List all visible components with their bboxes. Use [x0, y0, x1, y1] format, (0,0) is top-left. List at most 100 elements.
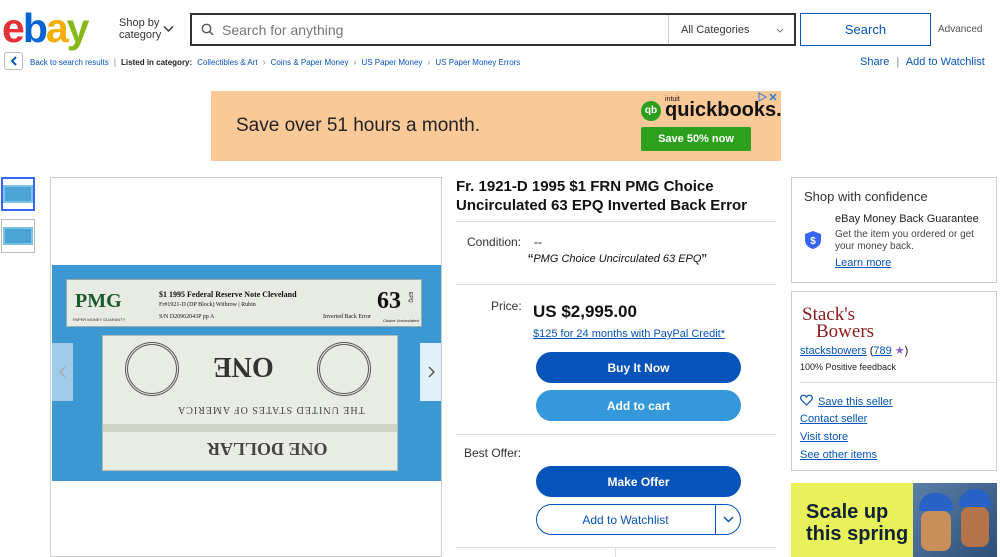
ebay-logo[interactable]: ebay — [2, 5, 90, 51]
price-label: Price: — [491, 299, 522, 313]
promo-banner[interactable]: Scale up this spring — [791, 483, 997, 557]
save-seller-link[interactable]: Save this seller — [800, 394, 893, 409]
search-input[interactable] — [222, 15, 668, 44]
breadcrumb-item[interactable]: US Paper Money — [361, 58, 422, 67]
divider — [456, 221, 776, 222]
star-icon: ★ — [894, 345, 905, 357]
divider — [615, 547, 616, 557]
quickbooks-icon: qb — [641, 100, 661, 121]
see-other-items-link[interactable]: See other items — [800, 449, 877, 461]
shop-with-confidence-card: Shop with confidence $ eBay Money Back G… — [791, 177, 997, 283]
note-text: THE UNITED STATES OF AMERICA — [177, 404, 365, 415]
ad-choices-icon[interactable] — [757, 92, 779, 104]
shop-by-category[interactable]: Shop by category — [119, 17, 161, 41]
pmg-subtitle: PAPER MONEY GUARANTY — [73, 317, 126, 322]
chevron-right-icon: › — [427, 57, 431, 67]
banknote: ONE THE UNITED STATES OF AMERICA ONE DOL… — [102, 335, 398, 471]
share-link[interactable]: Share — [860, 56, 889, 68]
ad-headline: Save over 51 hours a month. — [236, 115, 480, 136]
back-to-search-link[interactable]: Back to search results — [30, 58, 109, 67]
workers-image — [913, 483, 997, 557]
add-to-watchlist-link[interactable]: Add to Watchlist — [906, 56, 985, 68]
close-quote: ” — [701, 252, 707, 269]
divider — [456, 284, 776, 285]
worker-figure — [961, 507, 989, 547]
pmg-label: PMG PAPER MONEY GUARANTY $1 1995 Federal… — [66, 279, 422, 327]
thumbnail-image — [3, 185, 33, 203]
category-select-value: All Categories — [681, 23, 750, 36]
label-error: Inverted Back Error — [323, 314, 371, 320]
chevron-left-icon[interactable] — [51, 343, 73, 401]
best-offer-label: Best Offer: — [464, 446, 522, 460]
category-label: category — [119, 29, 162, 41]
ad-banner[interactable]: Save over 51 hours a month. intuit qb qu… — [211, 91, 782, 161]
close-paren: ) — [904, 345, 909, 357]
add-to-watchlist-button[interactable]: Add to Watchlist — [536, 504, 741, 535]
divider: | — [113, 57, 117, 67]
money-back-title: eBay Money Back Guarantee — [835, 213, 979, 225]
breadcrumb-item[interactable]: US Paper Money Errors — [435, 58, 520, 67]
condition-label: Condition: — [467, 235, 522, 249]
seller-name-link[interactable]: stacksbowers — [800, 345, 867, 357]
category-select[interactable]: All Categories — [668, 15, 794, 44]
note-one: ONE — [213, 351, 274, 382]
seller-name-row: stacksbowers (789 ★) — [800, 344, 908, 357]
thumbnail-image — [3, 227, 33, 245]
svg-text:$: $ — [810, 236, 816, 247]
note-band — [103, 424, 397, 432]
divider — [456, 434, 776, 435]
chevron-down-icon[interactable] — [716, 504, 740, 535]
shield-dollar-icon: $ — [804, 230, 822, 250]
divider — [456, 547, 776, 548]
heart-icon — [800, 394, 813, 409]
main-image-viewer[interactable]: PMG PAPER MONEY GUARANTY $1 1995 Federal… — [50, 177, 442, 557]
visit-store-link[interactable]: Visit store — [800, 431, 848, 443]
chevron-down-icon[interactable] — [163, 22, 174, 36]
item-title: Fr. 1921-D 1995 $1 FRN PMG Choice Uncirc… — [456, 178, 747, 214]
add-to-cart-button[interactable]: Add to cart — [536, 390, 741, 421]
label-epq: EPQ — [407, 292, 413, 303]
chevron-right-icon: › — [262, 57, 266, 67]
label-line-1: $1 1995 Federal Reserve Note Cleveland — [159, 290, 297, 299]
label-line-2: Fr#1921-D (DP Block) Withrow | Rubin — [159, 302, 256, 308]
search-bar: All Categories — [190, 13, 796, 46]
divider — [800, 382, 996, 383]
logo-line-2: Bowers — [816, 321, 875, 342]
stacks-bowers-logo[interactable]: Stack's Bowers — [802, 305, 875, 342]
hard-hat-icon — [919, 493, 953, 511]
advanced-search-link[interactable]: Advanced — [938, 24, 982, 35]
condition-description-text: PMG Choice Uncirculated 63 EPQ — [533, 253, 702, 265]
ad-cta-button[interactable]: Save 50% now — [641, 127, 751, 151]
thumbnail-1[interactable] — [1, 177, 35, 211]
feedback-score-link[interactable]: 789 — [873, 345, 891, 357]
chevron-down-icon — [776, 24, 784, 36]
listed-in-label: Listed in category: — [121, 57, 193, 67]
breadcrumb-item[interactable]: Coins & Paper Money — [271, 58, 349, 67]
logo-letter-y: y — [66, 5, 90, 51]
back-arrow-icon[interactable] — [4, 52, 23, 70]
contact-seller-link[interactable]: Contact seller — [800, 413, 867, 425]
condition-description: “PMG Choice Uncirculated 63 EPQ” — [528, 252, 707, 270]
promo-text: Scale up this spring — [806, 501, 909, 545]
shop-by-label: Shop by — [119, 17, 160, 29]
breadcrumb-item[interactable]: Collectibles & Art — [197, 58, 257, 67]
thumbnail-2[interactable] — [1, 219, 35, 253]
positive-feedback: 100% Positive feedback — [800, 362, 897, 372]
breadcrumb: Back to search results | Listed in categ… — [30, 57, 520, 67]
worker-figure — [921, 511, 951, 551]
logo-letter-e: e — [2, 5, 25, 51]
buy-it-now-button[interactable]: Buy It Now — [536, 352, 741, 383]
label-grade: 63 — [377, 288, 401, 314]
label-line-3: S/N D20962043P pp A — [159, 314, 215, 320]
seller-card: Stack's Bowers stacksbowers (789 ★) 100%… — [791, 291, 997, 471]
learn-more-link[interactable]: Learn more — [835, 257, 891, 269]
chevron-right-icon[interactable] — [420, 343, 441, 401]
search-icon — [192, 23, 222, 36]
paypal-credit-link[interactable]: $125 for 24 months with PayPal Credit* — [533, 328, 725, 340]
condition-value: -- — [534, 235, 542, 249]
search-button[interactable]: Search — [800, 13, 931, 46]
eagle-seal-icon — [317, 342, 371, 396]
make-offer-button[interactable]: Make Offer — [536, 466, 741, 497]
confidence-title: Shop with confidence — [804, 189, 928, 204]
pyramid-seal-icon — [125, 342, 179, 396]
